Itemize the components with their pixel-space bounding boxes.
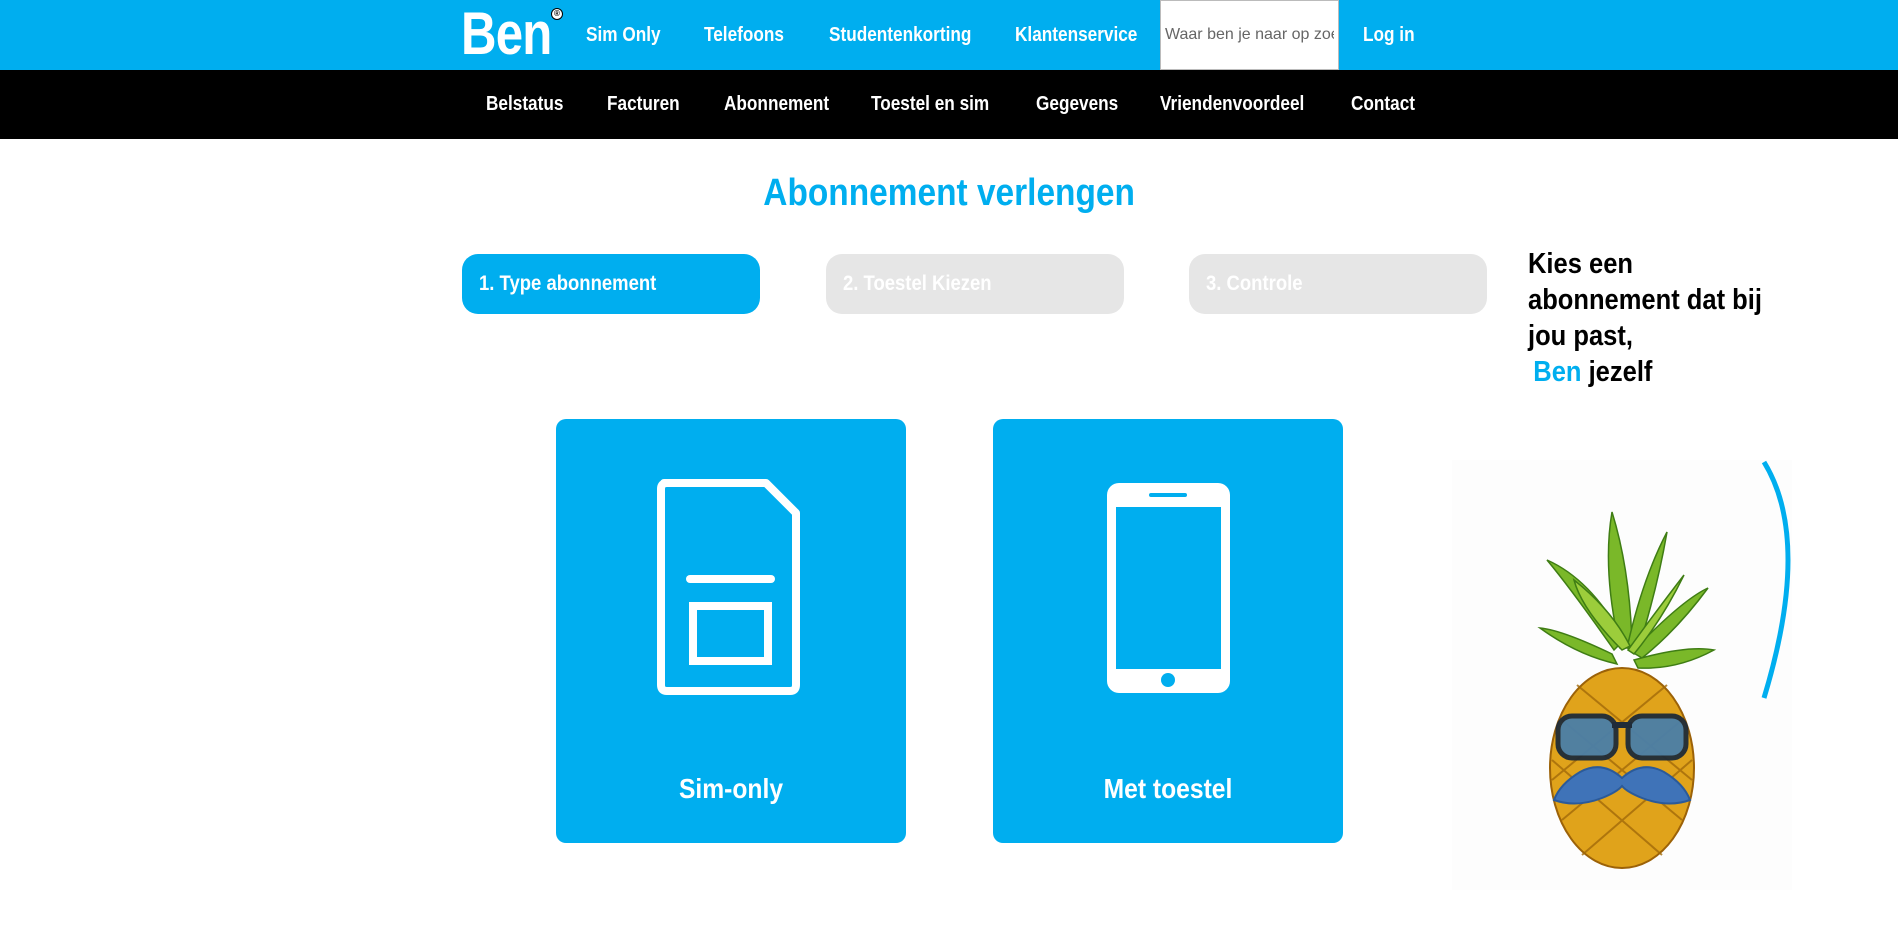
smartphone-icon [1107, 483, 1230, 693]
subnav-vriendenvoordeel[interactable]: Vriendenvoordeel [1160, 70, 1304, 139]
promo-line: jou past, [1528, 320, 1633, 352]
step-type-abonnement[interactable]: 1. Type abonnement [462, 254, 760, 314]
sim-only-option[interactable]: Sim-only [556, 419, 906, 843]
promo-brand-word: Ben [1533, 356, 1582, 388]
step-label: 3. Controle [1206, 272, 1303, 295]
subnav-toestel-en-sim[interactable]: Toestel en sim [871, 70, 989, 139]
step-label: 2. Toestel Kiezen [843, 272, 992, 295]
nav-studentenkorting[interactable]: Studentenkorting [829, 0, 971, 70]
registered-mark-icon: ® [551, 8, 563, 20]
step-controle[interactable]: 3. Controle [1189, 254, 1487, 314]
subnav-belstatus[interactable]: Belstatus [486, 70, 563, 139]
nav-sim-only[interactable]: Sim Only [586, 0, 661, 70]
subnav-contact[interactable]: Contact [1351, 70, 1415, 139]
promo-line: abonnement dat bij [1528, 284, 1762, 316]
promo-line: Kies een [1528, 248, 1633, 280]
page-title: Abonnement verlengen [763, 172, 1135, 214]
step-label: 1. Type abonnement [479, 272, 657, 295]
ben-logo[interactable]: Ben [461, 2, 552, 66]
search-input[interactable] [1160, 0, 1339, 70]
subnav-gegevens[interactable]: Gegevens [1036, 70, 1118, 139]
sim-card-icon [657, 479, 800, 695]
nav-klantenservice[interactable]: Klantenservice [1015, 0, 1137, 70]
met-toestel-label: Met toestel [1103, 773, 1233, 804]
promo-line: Ben jezelf [1528, 354, 1792, 390]
subnav-abonnement[interactable]: Abonnement [724, 70, 829, 139]
met-toestel-option[interactable]: Met toestel [993, 419, 1343, 843]
step-toestel-kiezen[interactable]: 2. Toestel Kiezen [826, 254, 1124, 314]
promo-text: Kies een abonnement dat bij jou past, Be… [1528, 246, 1792, 390]
promo-last-word: jezelf [1588, 356, 1653, 388]
login-link[interactable]: Log in [1363, 0, 1415, 70]
subnav-facturen[interactable]: Facturen [607, 70, 680, 139]
nav-telefoons[interactable]: Telefoons [704, 0, 784, 70]
sim-only-label: Sim-only [678, 773, 784, 804]
pineapple-mascot-image [1452, 460, 1792, 890]
